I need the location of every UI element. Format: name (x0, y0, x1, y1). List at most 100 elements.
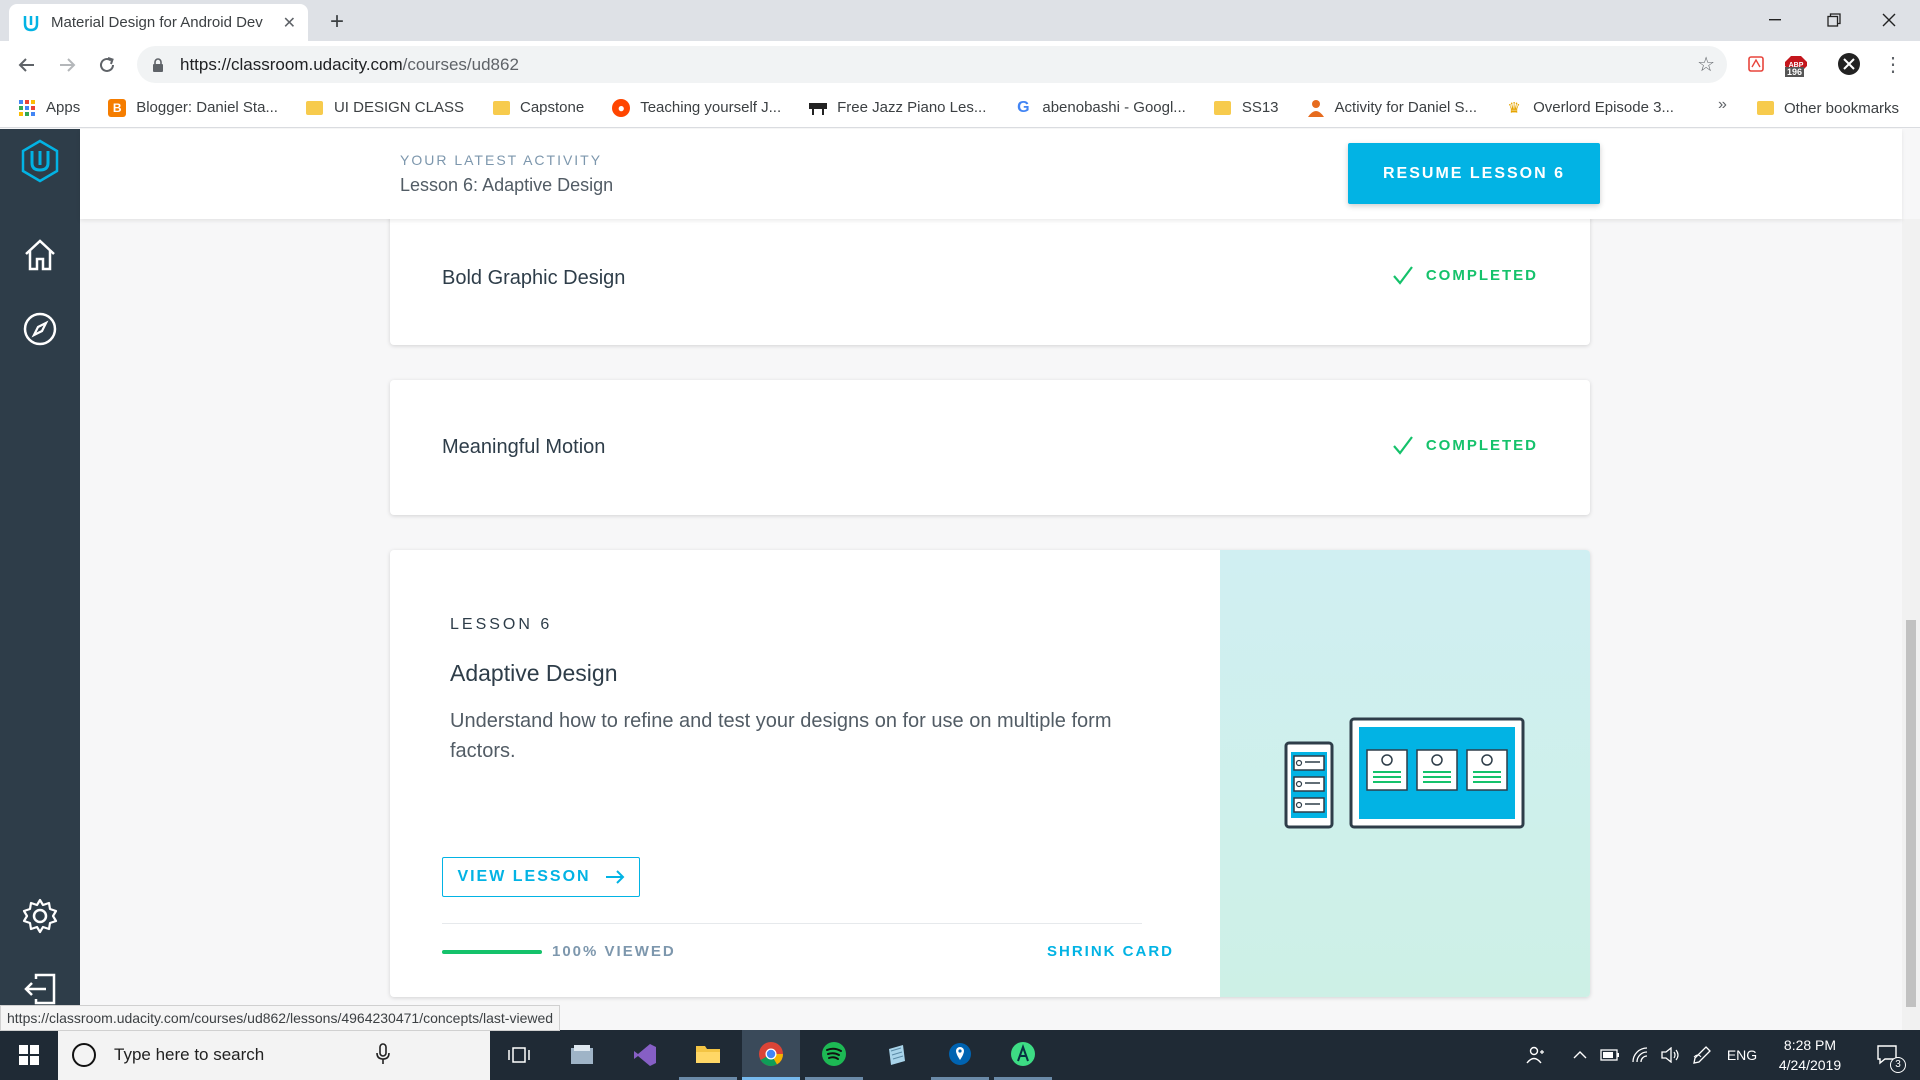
bookmark-ui-design-class[interactable]: UI DESIGN CLASS (306, 99, 464, 117)
file-explorer-app-icon[interactable] (553, 1030, 611, 1080)
checkmark-icon (1392, 436, 1413, 455)
reload-icon[interactable] (93, 51, 121, 79)
other-bookmarks[interactable]: Other bookmarks (1756, 88, 1899, 128)
maps-app-icon[interactable] (931, 1030, 989, 1080)
bookmark-activity[interactable]: Activity for Daniel S... (1307, 99, 1478, 117)
bookmark-label: abenobashi - Googl... (1042, 99, 1186, 116)
bookmark-label: Blogger: Daniel Sta... (136, 99, 278, 116)
bookmark-star-icon[interactable]: ☆ (1697, 52, 1715, 77)
bookmark-label: Free Jazz Piano Les... (837, 99, 987, 116)
volume-icon[interactable] (1656, 1030, 1684, 1080)
tray-expand-icon[interactable] (1566, 1030, 1594, 1080)
shrink-card-button[interactable]: SHRINK CARD (1047, 943, 1174, 960)
notes-app-icon[interactable] (868, 1030, 926, 1080)
search-placeholder: Type here to search (114, 1045, 265, 1064)
battery-icon[interactable] (1596, 1030, 1624, 1080)
adaptive-devices-illustration (1284, 717, 1525, 829)
back-icon[interactable] (13, 51, 41, 79)
bookmark-jazz-piano[interactable]: Free Jazz Piano Les... (809, 99, 986, 117)
completed-status: COMPLETED (1392, 265, 1538, 285)
bookmark-blogger[interactable]: B Blogger: Daniel Sta... (108, 98, 278, 117)
forward-icon[interactable] (53, 51, 81, 79)
home-icon[interactable] (20, 235, 60, 275)
viewed-label: 100% VIEWED (552, 943, 676, 960)
lock-icon (153, 57, 163, 72)
url-path: /courses/ud862 (402, 54, 519, 74)
browser-tab[interactable]: Material Design for Android Dev ✕ (9, 4, 308, 41)
spotify-icon[interactable] (805, 1030, 863, 1080)
completed-status: COMPLETED (1392, 435, 1538, 455)
latest-activity-header: YOUR LATEST ACTIVITY Lesson 6: Adaptive … (80, 129, 1902, 219)
action-center-icon[interactable]: 3 (1868, 1030, 1908, 1080)
minimize-icon[interactable] (1752, 6, 1798, 34)
microphone-icon[interactable] (376, 1043, 390, 1065)
app-sidebar (0, 129, 80, 1030)
user-icon (1307, 99, 1325, 117)
bookmark-capstone[interactable]: Capstone (492, 99, 584, 117)
windows-start-icon[interactable] (0, 1030, 58, 1080)
bookmark-teaching[interactable]: ● Teaching yourself J... (612, 98, 782, 117)
visual-studio-icon[interactable] (616, 1030, 674, 1080)
view-lesson-button[interactable]: VIEW LESSON (442, 857, 640, 897)
explore-compass-icon[interactable] (20, 309, 60, 349)
clock-date: 4/24/2019 (1778, 1057, 1842, 1073)
folder-icon (306, 99, 324, 117)
chrome-icon[interactable] (742, 1030, 800, 1080)
bookmark-label: Activity for Daniel S... (1334, 99, 1478, 116)
piano-icon (809, 99, 828, 117)
google-icon: G (1017, 98, 1030, 116)
view-lesson-label: VIEW LESSON (457, 868, 591, 885)
task-view-icon[interactable] (490, 1030, 548, 1080)
taskbar-clock[interactable]: 8:28 PM 4/24/2019 (1765, 1035, 1855, 1075)
wifi-icon[interactable] (1626, 1030, 1654, 1080)
bookmark-label: Apps (46, 99, 81, 116)
scrollbar-thumb[interactable] (1906, 620, 1916, 1007)
restore-icon[interactable] (1811, 6, 1857, 34)
file-explorer-icon[interactable] (679, 1030, 737, 1080)
menu-icon[interactable]: ⋮ (1880, 51, 1906, 77)
bookmark-label: SS13 (1241, 99, 1279, 116)
pdf-extension-icon[interactable] (1743, 51, 1769, 77)
bookmark-ss13[interactable]: SS13 (1214, 99, 1279, 117)
blogger-icon: B (108, 98, 127, 117)
more-bookmarks-icon[interactable]: » (1718, 96, 1727, 114)
adblock-extension-icon[interactable]: ABP 196 (1783, 51, 1809, 77)
bookmark-label: Teaching yourself J... (640, 99, 782, 116)
lesson-title: Meaningful Motion (442, 436, 606, 458)
lesson-description: Understand how to refine and test your d… (450, 710, 1112, 762)
progress-bar (442, 950, 542, 954)
people-icon[interactable] (1520, 1030, 1552, 1080)
bookmark-label: Capstone (520, 99, 585, 116)
language-indicator[interactable]: ENG (1722, 1030, 1762, 1080)
profile-avatar-icon[interactable] (1836, 51, 1862, 77)
browser-toolbar: https://classroom.udacity.com/courses/ud… (0, 41, 1920, 88)
url-host: https://classroom.udacity.com (180, 54, 403, 74)
new-tab-icon[interactable]: + (325, 8, 349, 36)
checkmark-icon (1392, 266, 1413, 285)
crown-icon: ♛ (1507, 99, 1521, 117)
logout-icon[interactable] (20, 969, 60, 1009)
android-studio-icon[interactable] (994, 1030, 1052, 1080)
lesson-illustration (1220, 550, 1590, 997)
address-bar[interactable]: https://classroom.udacity.com/courses/ud… (137, 46, 1727, 83)
resume-lesson-button[interactable]: RESUME LESSON 6 (1348, 143, 1600, 204)
close-window-icon[interactable] (1866, 6, 1912, 34)
bookmark-abenobashi[interactable]: G abenobashi - Googl... (1014, 98, 1186, 117)
folder-icon (492, 99, 510, 117)
udacity-logo-icon[interactable] (20, 139, 60, 183)
other-bookmarks-label: Other bookmarks (1784, 99, 1900, 117)
taskbar-search[interactable]: Type here to search (58, 1030, 490, 1080)
pen-ink-icon[interactable] (1688, 1030, 1716, 1080)
current-lesson-card: LESSON 6 Adaptive Design Understand how … (390, 550, 1590, 997)
page-scrollbar[interactable] (1902, 219, 1920, 1030)
tab-close-icon[interactable]: ✕ (283, 13, 296, 33)
bookmark-overlord[interactable]: ♛ Overlord Episode 3... (1505, 99, 1674, 117)
lesson-card-completed[interactable]: Meaningful Motion COMPLETED (390, 380, 1590, 515)
settings-gear-icon[interactable] (20, 896, 60, 936)
bookmark-apps[interactable]: Apps (18, 99, 80, 117)
browser-tab-bar: Material Design for Android Dev ✕ + (0, 0, 1920, 41)
activity-title[interactable]: Lesson 6: Adaptive Design (400, 175, 613, 196)
card-divider (442, 923, 1142, 924)
extension-badge: 196 (1785, 67, 1805, 77)
folder-icon (1756, 99, 1774, 117)
